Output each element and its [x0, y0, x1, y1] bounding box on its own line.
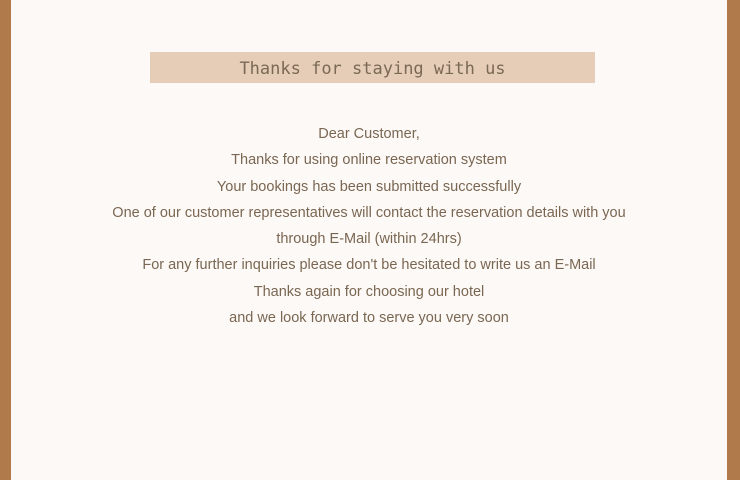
thanks-banner: Thanks for staying with us [150, 52, 595, 83]
confirmation-message: Dear Customer, Thanks for using online r… [11, 121, 727, 331]
confirmation-panel: Thanks for staying with us Dear Customer… [11, 0, 727, 480]
closing-line: and we look forward to serve you very so… [229, 310, 509, 327]
banner-title: Thanks for staying with us [239, 58, 506, 79]
greeting-line: Dear Customer, [318, 126, 420, 142]
message-line: One of our customer representatives will… [112, 204, 626, 221]
message-line: Thanks again for choosing our hotel [253, 283, 485, 300]
message-line: Your bookings has been submitted success… [216, 178, 522, 195]
message-line: through E-Mail (within 24hrs) [276, 231, 462, 248]
message-line: Thanks for using online reservation syst… [231, 152, 507, 169]
message-line: For any further inquiries please don't b… [142, 257, 596, 274]
